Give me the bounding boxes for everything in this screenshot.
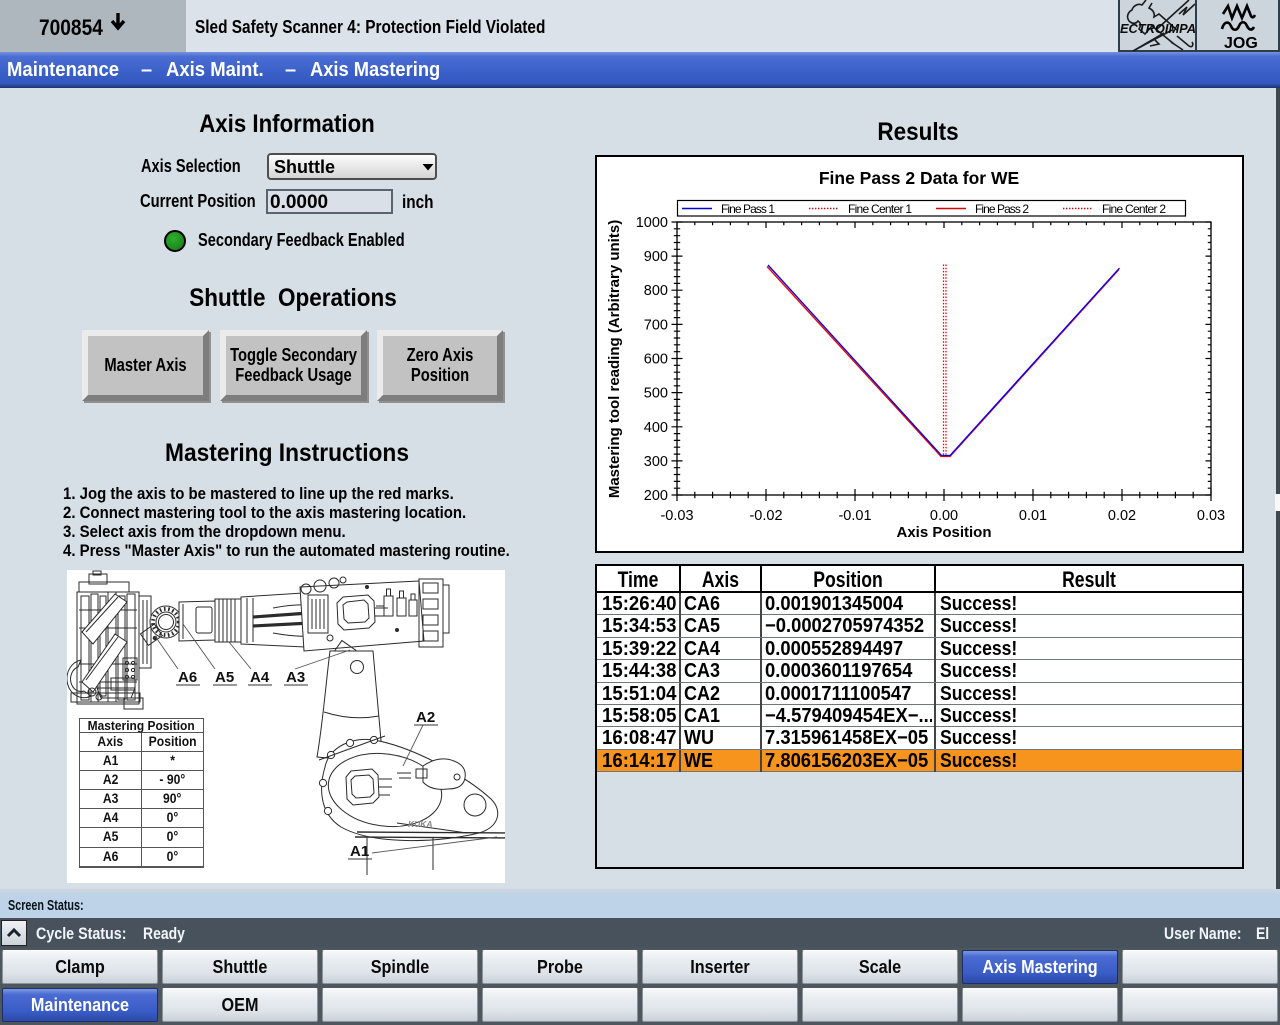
svg-text:800: 800 [644,283,668,299]
svg-text:400: 400 [644,420,668,436]
svg-text:-0.01: -0.01 [838,508,871,524]
svg-text:A1: A1 [350,843,369,860]
svg-text:A5: A5 [215,669,234,686]
svg-text:A6: A6 [178,669,197,686]
svg-text:-0.02: -0.02 [749,508,782,524]
svg-text:-0.03: -0.03 [660,508,693,524]
svg-text:A3: A3 [286,669,305,686]
svg-text:0.02: 0.02 [1108,508,1136,524]
svg-text:300: 300 [644,454,668,470]
svg-text:600: 600 [644,352,668,368]
svg-text:Fine Pass 2 Data for WE: Fine Pass 2 Data for WE [819,168,1019,188]
svg-text:0.00: 0.00 [930,508,958,524]
svg-text:Axis Position: Axis Position [896,524,991,541]
svg-text:A4: A4 [250,669,270,686]
svg-text:500: 500 [644,386,668,402]
svg-text:Mastering tool reading (Arbitr: Mastering tool reading (Arbitrary units) [606,220,623,498]
svg-text:200: 200 [644,488,668,504]
svg-text:1000: 1000 [636,215,668,231]
svg-text:KUKA: KUKA [408,819,433,829]
svg-text:Fine Pass 2: Fine Pass 2 [975,202,1029,216]
svg-text:0.01: 0.01 [1019,508,1047,524]
svg-text:A2: A2 [416,709,435,726]
svg-text:JOG: JOG [1224,35,1258,52]
svg-text:700: 700 [644,317,668,333]
svg-text:ECTROIMPA: ECTROIMPA [1120,22,1196,36]
svg-text:0.03: 0.03 [1197,508,1225,524]
svg-text:Fine Pass 1: Fine Pass 1 [721,202,775,216]
svg-text:Fine Center 1: Fine Center 1 [848,202,912,216]
svg-text:Fine Center 2: Fine Center 2 [1102,202,1166,216]
svg-text:900: 900 [644,249,668,265]
